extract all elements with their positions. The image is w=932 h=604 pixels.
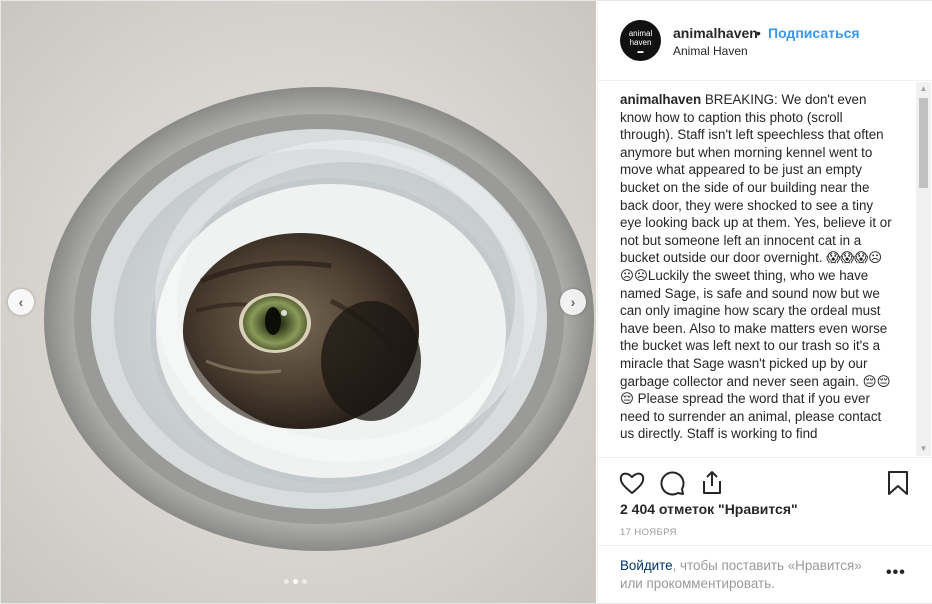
carousel-indicator: [284, 579, 307, 584]
caption-username[interactable]: animalhaven: [620, 92, 701, 107]
post-actions: [598, 457, 932, 507]
scrollbar-thumb[interactable]: [919, 98, 928, 188]
post-date[interactable]: 17 НОЯБРЯ: [620, 527, 677, 538]
caption: animalhaven BREAKING: We don't even know…: [620, 91, 892, 443]
avatar-logo-mark: ▬: [637, 49, 644, 55]
post-side-panel: animal haven ▬ animalhaven • Подписаться…: [597, 1, 932, 603]
login-link[interactable]: Войдите: [620, 558, 673, 573]
carousel-next-button[interactable]: ›: [560, 289, 586, 315]
caption-scroll-area[interactable]: animalhaven BREAKING: We don't even know…: [598, 82, 932, 456]
carousel-dot: [284, 579, 289, 584]
separator-dot: •: [756, 25, 761, 41]
likes-count[interactable]: 2 404 отметок "Нравится": [620, 501, 798, 517]
login-prompt: Войдите, чтобы поставить «Нравится» или …: [620, 557, 882, 593]
scroll-up-arrow-icon[interactable]: ▲: [916, 82, 931, 96]
chevron-right-icon: ›: [570, 294, 576, 310]
bookmark-icon[interactable]: [884, 469, 912, 497]
location-link[interactable]: Animal Haven: [673, 44, 748, 58]
share-icon[interactable]: [698, 469, 726, 497]
post-photo[interactable]: ‹ ›: [1, 1, 596, 603]
avatar[interactable]: animal haven ▬: [620, 20, 661, 61]
post-footer: Войдите, чтобы поставить «Нравится» или …: [598, 545, 932, 603]
follow-button[interactable]: Подписаться: [768, 25, 860, 41]
heart-icon[interactable]: [618, 469, 646, 497]
chevron-left-icon: ‹: [18, 294, 24, 310]
more-options-button[interactable]: •••: [886, 564, 906, 582]
cat-in-bucket-image: [44, 87, 594, 551]
username-link[interactable]: animalhaven: [673, 25, 758, 41]
scroll-down-arrow-icon[interactable]: ▼: [916, 442, 931, 456]
scrollbar[interactable]: ▲ ▼: [916, 82, 931, 456]
carousel-prev-button[interactable]: ‹: [8, 289, 34, 315]
avatar-text-line1: animal: [628, 29, 653, 38]
post-header: animal haven ▬ animalhaven • Подписаться…: [598, 1, 932, 81]
instagram-post: ‹ › animal haven ▬ animalhaven • Подписа…: [0, 0, 932, 604]
caption-text: BREAKING: We don't even know how to capt…: [620, 92, 892, 442]
carousel-dot: [302, 579, 307, 584]
carousel-dot-active: [293, 579, 298, 584]
avatar-text-line2: haven: [629, 38, 652, 47]
comment-icon[interactable]: [658, 469, 686, 497]
